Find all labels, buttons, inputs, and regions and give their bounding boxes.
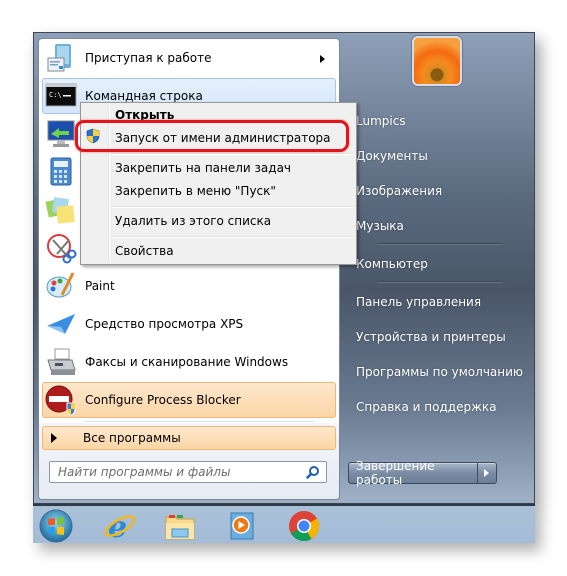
expand-arrow-icon (51, 433, 57, 443)
program-label: Факсы и сканирование Windows (85, 355, 289, 369)
xps-viewer-icon (45, 308, 77, 340)
link-control-panel[interactable]: Панель управления (356, 295, 481, 309)
menu-item-run-as-admin[interactable]: Запуск от имени администратора (115, 131, 331, 145)
menu-item-open[interactable]: Открыть (115, 108, 174, 122)
paint-icon (45, 270, 77, 302)
program-label: Configure Process Blocker (85, 393, 241, 407)
program-paint[interactable]: Paint (42, 268, 336, 304)
link-pictures[interactable]: Изображения (356, 184, 442, 198)
program-fax-scan[interactable]: Факсы и сканирование Windows (42, 344, 336, 380)
menu-item-pin-taskbar[interactable]: Закрепить на панели задач (115, 161, 291, 175)
search-input[interactable] (58, 465, 298, 479)
link-devices-printers[interactable]: Устройства и принтеры (356, 330, 506, 344)
internet-explorer-icon[interactable]: e (103, 509, 137, 545)
all-programs-button[interactable]: Все программы (42, 426, 336, 450)
remote-desktop-icon (45, 118, 77, 150)
link-user-folder[interactable]: Lumpics (356, 114, 406, 128)
menu-item-remove-from-list[interactable]: Удалить из этого списка (115, 214, 271, 228)
command-prompt-icon: C:\ (45, 80, 77, 112)
fax-scan-icon (45, 346, 77, 378)
program-label: Paint (85, 279, 115, 293)
program-label: Командная строка (85, 89, 203, 103)
link-help-support[interactable]: Справка и поддержка (356, 400, 497, 414)
start-orb-icon[interactable] (39, 509, 73, 543)
program-label: Средство просмотра XPS (85, 317, 244, 331)
link-documents[interactable]: Документы (356, 149, 428, 163)
search-box[interactable] (49, 461, 327, 483)
context-menu: Открыть Запуск от имени администратора З… (80, 102, 357, 265)
shutdown-options-button[interactable] (478, 462, 497, 484)
all-programs-label: Все программы (83, 431, 181, 445)
menu-item-properties[interactable]: Свойства (115, 244, 174, 258)
menu-item-pin-start[interactable]: Закрепить в меню "Пуск" (115, 184, 276, 198)
user-picture[interactable] (412, 36, 462, 86)
search-icon[interactable] (306, 465, 320, 479)
menu-separator (111, 236, 353, 237)
link-computer[interactable]: Компьютер (356, 257, 428, 271)
getting-started-icon (45, 42, 77, 74)
program-configure-process-blocker[interactable]: Configure Process Blocker (42, 382, 336, 418)
context-menu-gutter (108, 105, 109, 262)
divider (378, 281, 502, 282)
svg-text:C:\: C:\ (49, 91, 62, 99)
sticky-notes-icon (45, 194, 77, 226)
link-music[interactable]: Музыка (356, 219, 404, 233)
process-blocker-icon (45, 384, 77, 416)
divider (84, 421, 314, 422)
google-chrome-icon[interactable] (287, 509, 321, 543)
program-label: Приступая к работе (85, 51, 212, 65)
link-default-programs[interactable]: Программы по умолчанию (356, 365, 523, 379)
submenu-arrow-icon[interactable] (320, 55, 325, 63)
program-getting-started[interactable]: Приступая к работе (42, 40, 336, 76)
media-player-icon[interactable] (225, 509, 259, 543)
uac-shield-icon (86, 128, 100, 144)
divider (378, 243, 502, 244)
snipping-tool-icon (45, 232, 77, 264)
calculator-icon (45, 156, 77, 188)
menu-separator (111, 153, 353, 154)
program-xps-viewer[interactable]: Средство просмотра XPS (42, 306, 336, 342)
shutdown-button[interactable]: Завершение работы (348, 459, 478, 487)
menu-separator (111, 206, 353, 207)
windows-explorer-icon[interactable] (163, 509, 197, 543)
taskbar: e (33, 504, 535, 545)
